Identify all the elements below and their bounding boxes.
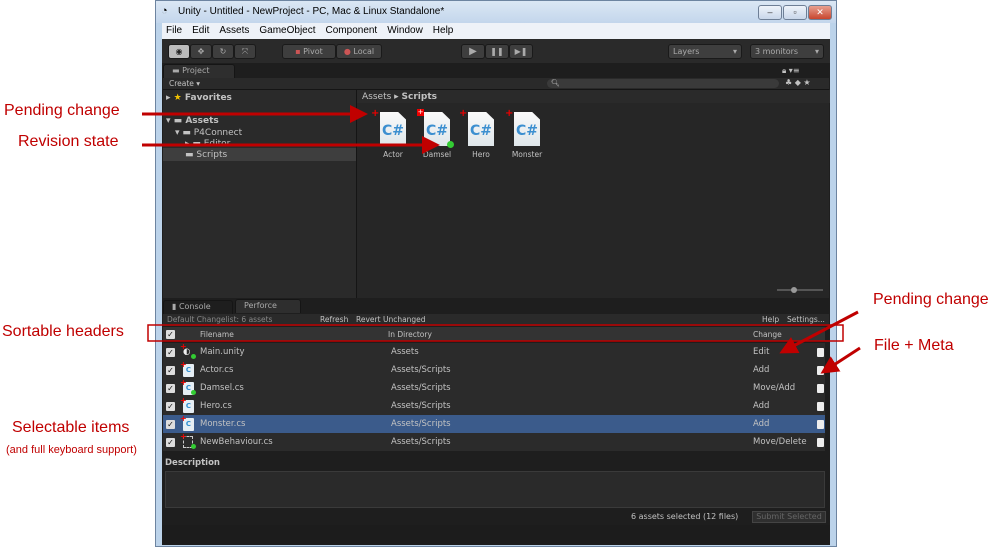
arrow-pending-change-2 [779, 310, 859, 354]
header-highlight-box [147, 324, 844, 342]
arrow-file-meta [820, 346, 861, 374]
annotation-arrows [142, 105, 861, 374]
